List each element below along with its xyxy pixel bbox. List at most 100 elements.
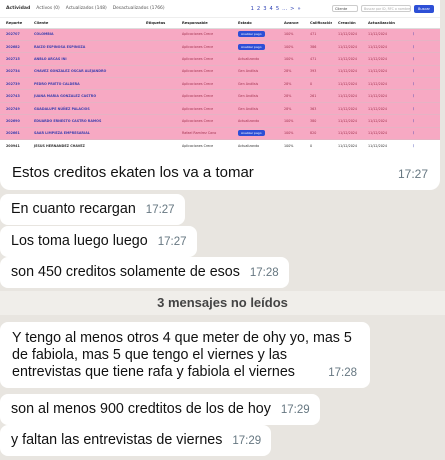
status-cell: Analizar pago bbox=[232, 28, 278, 41]
search-button: Buscar bbox=[414, 4, 434, 13]
created-date-cell: 11/12/2024 bbox=[332, 114, 362, 128]
status-cell: Gen Análisis bbox=[232, 77, 278, 91]
report-id-cell: 202739 bbox=[0, 77, 28, 91]
owner-cell: Aplicaciones Crece bbox=[176, 89, 232, 103]
image-message-bubble[interactable]: Actividad Activos (0) Actualizados (148)… bbox=[0, 0, 440, 190]
page-link: 5 bbox=[275, 5, 280, 12]
image-caption: Estos creditos ekaten los va a tomar bbox=[12, 164, 254, 181]
client-name-cell: ANBLO ARCAS INI bbox=[28, 52, 140, 66]
report-id-cell: 202743 bbox=[0, 89, 28, 103]
row-menu-cell: ⋮ bbox=[406, 28, 440, 41]
progress-cell: 100% bbox=[278, 127, 304, 141]
kebab-menu-icon: ⋮ bbox=[412, 131, 416, 136]
message-text: En cuanto recargan bbox=[11, 201, 136, 217]
column-header bbox=[406, 18, 440, 29]
message-time: 17:27 bbox=[157, 236, 187, 248]
message-bubble[interactable]: y faltan las entrevistas de viernes 17:29 bbox=[0, 425, 272, 456]
client-name-cell: RAIZO ESPINOSA ESPINOZA bbox=[28, 40, 140, 54]
progress-cell: 28% bbox=[278, 102, 304, 116]
created-date-cell: 11/12/2024 bbox=[332, 65, 362, 79]
status-cell: Gen Análisis bbox=[232, 65, 278, 79]
column-header: Responsable bbox=[176, 18, 232, 29]
tags-cell bbox=[140, 139, 176, 152]
message-bubble[interactable]: Y tengo al menos otros 4 que meter de oh… bbox=[0, 322, 370, 388]
message-text: Los toma luego luego bbox=[11, 233, 148, 249]
owner-cell: Aplicaciones Crece bbox=[176, 102, 232, 116]
report-id-cell: 202734 bbox=[0, 65, 28, 79]
pagination: 1 2 3 4 5 ... > » bbox=[251, 6, 301, 12]
tags-cell bbox=[140, 28, 176, 41]
message-text: y faltan las entrevistas de viernes bbox=[11, 432, 223, 448]
updated-date-cell: 11/12/2024 bbox=[362, 65, 406, 79]
progress-cell: 100% bbox=[278, 40, 304, 54]
owner-cell: Rafael Ramírez Cano bbox=[176, 127, 232, 141]
kebab-menu-icon: ⋮ bbox=[412, 81, 416, 86]
owner-cell: Aplicaciones Crece bbox=[176, 65, 232, 79]
table-row: 202749 GUADALUPE NÚÑEZ PALACIOS Aplicacion… bbox=[0, 102, 440, 116]
kebab-menu-icon: ⋮ bbox=[412, 94, 416, 99]
message-bubble[interactable]: En cuanto recargan 17:27 bbox=[0, 194, 185, 225]
kebab-menu-icon: ⋮ bbox=[412, 143, 416, 148]
table-row: 200941 JESUS HERNANDEZ CHAVEZ Aplicaciones… bbox=[0, 139, 440, 152]
client-name-cell: JUANA MARIA GONZALEZ CASTRO bbox=[28, 89, 140, 103]
tab-outdated: Desactualizados (1766) bbox=[112, 6, 165, 11]
report-table: Reporte Cliente Etiquetas Responsable Es… bbox=[0, 18, 440, 152]
message-bubble[interactable]: son al menos 900 credtitos de los de hoy… bbox=[0, 394, 320, 425]
progress-cell: 100% bbox=[278, 139, 304, 152]
column-header: Estado bbox=[232, 18, 278, 29]
progress-cell: 100% bbox=[278, 28, 304, 41]
updated-date-cell: 11/12/2024 bbox=[362, 114, 406, 128]
row-menu-cell: ⋮ bbox=[406, 52, 440, 66]
created-date-cell: 11/12/2024 bbox=[332, 52, 362, 66]
message-text: son 450 creditos solamente de esos bbox=[11, 264, 240, 280]
message-time: 17:27 bbox=[397, 167, 428, 181]
table-row: 202715 ANBLO ARCAS INI Aplicaciones Crece A… bbox=[0, 52, 440, 66]
score-cell: 380 bbox=[304, 114, 332, 128]
message-bubble[interactable]: son 450 creditos solamente de esos 17:28 bbox=[0, 257, 289, 288]
row-menu-cell: ⋮ bbox=[406, 127, 440, 141]
kebab-menu-icon: ⋮ bbox=[412, 106, 416, 111]
column-header: Cliente bbox=[28, 18, 140, 29]
updated-date-cell: 11/12/2024 bbox=[362, 89, 406, 103]
progress-cell: 100% bbox=[278, 52, 304, 66]
message-bubble[interactable]: Los toma luego luego 17:27 bbox=[0, 226, 197, 257]
created-date-cell: 11/12/2024 bbox=[332, 139, 362, 152]
owner-cell: Aplicaciones Crece bbox=[176, 40, 232, 54]
client-name-cell: EDUARDO ERNESTO CASTRO RAMOS bbox=[28, 114, 140, 128]
client-name-cell: COLOMBIA bbox=[28, 28, 140, 41]
unread-messages-banner: 3 mensajes no leídos bbox=[0, 291, 445, 315]
tags-cell bbox=[140, 114, 176, 128]
row-menu-cell: ⋮ bbox=[406, 65, 440, 79]
page-link: » bbox=[297, 5, 301, 12]
report-id-cell: 202715 bbox=[0, 52, 28, 66]
report-id-cell: 202749 bbox=[0, 102, 28, 116]
column-header: Actualización bbox=[362, 18, 406, 29]
report-id-cell: 202682 bbox=[0, 40, 28, 54]
table-header-row: Reporte Cliente Etiquetas Responsable Es… bbox=[0, 18, 440, 29]
kebab-menu-icon: ⋮ bbox=[412, 69, 416, 74]
tags-cell bbox=[140, 127, 176, 141]
report-id-cell: 200941 bbox=[0, 139, 28, 152]
owner-cell: Aplicaciones Crece bbox=[176, 114, 232, 128]
table-row: 202734 CHAVEZ GONZALEZ OSCAR ALEJANDRO Apl… bbox=[0, 65, 440, 79]
table-row: 202739 PEDRO PRIETO CALDERA Aplicaciones C… bbox=[0, 77, 440, 91]
message-time: 17:29 bbox=[232, 435, 262, 447]
owner-cell: Aplicaciones Crece bbox=[176, 52, 232, 66]
message-text: Y tengo al menos otros 4 que meter de oh… bbox=[12, 330, 352, 380]
table-row: 202707 COLOMBIA Aplicaciones Crece Analizar… bbox=[0, 28, 440, 41]
report-screenshot[interactable]: Actividad Activos (0) Actualizados (148)… bbox=[0, 0, 440, 158]
tags-cell bbox=[140, 52, 176, 66]
owner-cell: Aplicaciones Crece bbox=[176, 77, 232, 91]
created-date-cell: 11/12/2024 bbox=[332, 28, 362, 41]
status-cell: Gen Análisis bbox=[232, 89, 278, 103]
score-cell: 261 bbox=[304, 89, 332, 103]
column-header: Creación bbox=[332, 18, 362, 29]
table-row: 202690 EDUARDO ERNESTO CASTRO RAMOS Aplica… bbox=[0, 114, 440, 128]
score-cell: 471 bbox=[304, 52, 332, 66]
row-menu-cell: ⋮ bbox=[406, 40, 440, 54]
status-cell: Actualizando bbox=[232, 114, 278, 128]
column-header: Calificación bbox=[304, 18, 332, 29]
client-name-cell: SAAR LIMPIEZA EMPRESARIAL bbox=[28, 127, 140, 141]
tab-updated: Actualizados (148) bbox=[65, 6, 107, 11]
search-input: Buscar por ID, RFC o nombre bbox=[361, 5, 411, 12]
